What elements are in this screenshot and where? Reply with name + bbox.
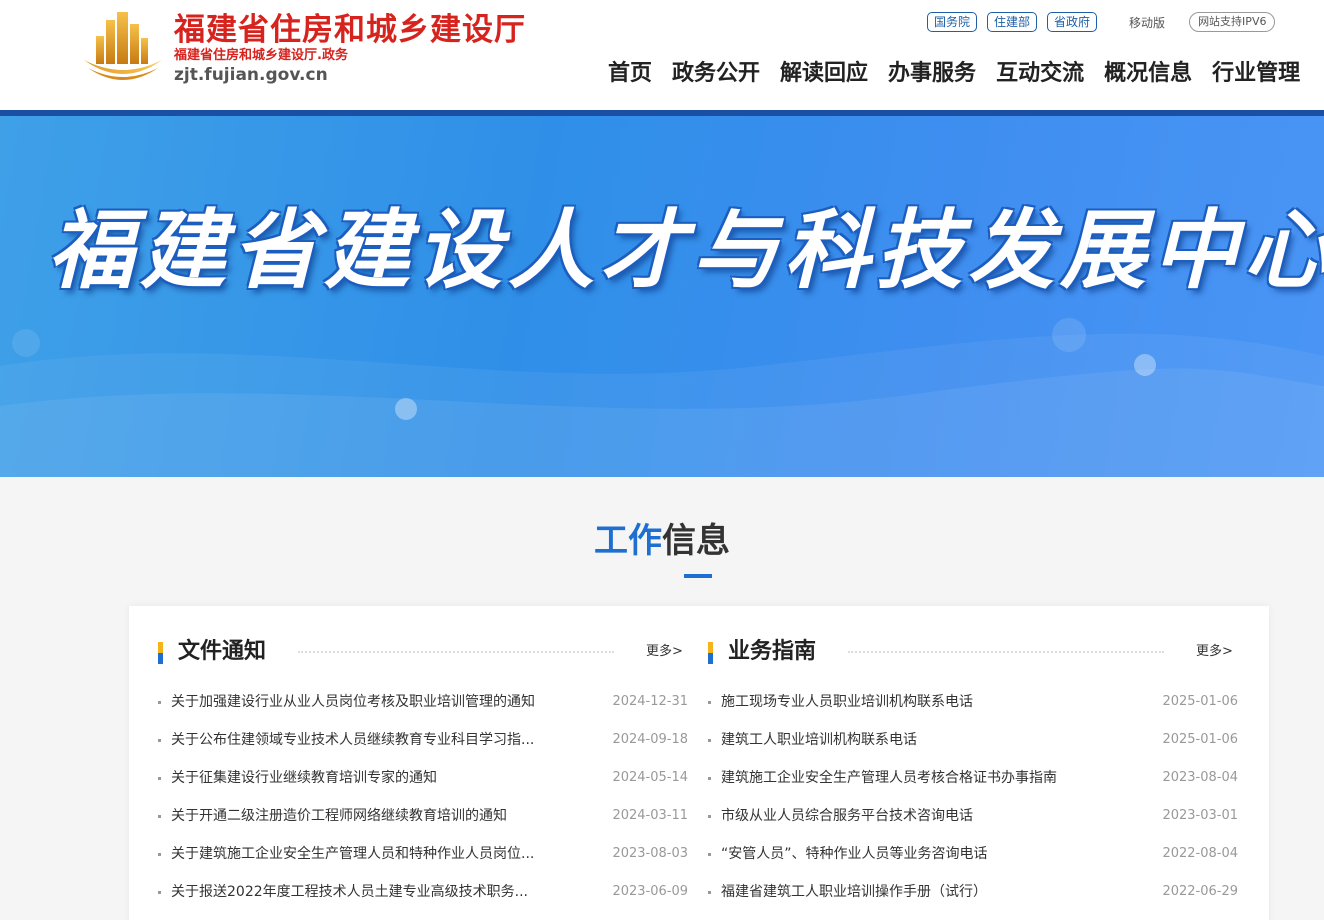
column-notices: 文件通知 更多> 关于加强建设行业从业人员岗位考核及职业培训管理的通知 2024-… <box>158 606 688 920</box>
column-header: 文件通知 更多> <box>158 636 688 668</box>
item-date: 2023-06-09 <box>612 884 688 899</box>
section-title-underline <box>684 574 712 578</box>
section-title: 工作信息 <box>0 518 1324 564</box>
item-date: 2023-08-04 <box>1162 770 1238 785</box>
banner-title: 福建省建设人才与科技发展中心 <box>48 201 1324 301</box>
list-item[interactable]: 关于加强建设行业从业人员岗位考核及职业培训管理的通知 2024-12-31 <box>158 684 688 722</box>
ipv6-badge: 网站支持IPV6 <box>1189 12 1276 32</box>
column-marker <box>708 642 713 664</box>
item-title[interactable]: “安管人员”、特种作业人员等业务咨询电话 <box>721 836 1121 872</box>
nav-home[interactable]: 首页 <box>608 58 652 90</box>
item-title[interactable]: 建筑施工企业安全生产管理人员考核合格证书办事指南 <box>721 760 1121 796</box>
more-link-notices[interactable]: 更多> <box>646 643 683 661</box>
nav-interaction[interactable]: 互动交流 <box>996 58 1084 90</box>
list-item[interactable]: 关于建筑施工企业安全生产管理人员和特种作业人员岗位... 2023-08-03 <box>158 836 688 874</box>
item-title[interactable]: 关于报送2022年度工程技术人员土建专业高级技术职务... <box>171 874 571 910</box>
item-date: 2022-06-29 <box>1162 884 1238 899</box>
top-link-shengzhengfu[interactable]: 省政府 <box>1047 12 1098 32</box>
hero-banner: 福建省建设人才与科技发展中心 <box>0 116 1324 477</box>
column-divider <box>298 651 614 654</box>
nav-services[interactable]: 办事服务 <box>888 58 976 90</box>
item-date: 2024-05-14 <box>612 770 688 785</box>
list-item[interactable]: 关于开通二级注册造价工程师网络继续教育培训的通知 2024-03-11 <box>158 798 688 836</box>
guide-list: 施工现场专业人员职业培训机构联系电话 2025-01-06 建筑工人职业培训机构联… <box>708 684 1238 912</box>
main-nav: 首页 政务公开 解读回应 办事服务 互动交流 概况信息 行业管理 <box>608 58 1300 90</box>
list-item[interactable]: 关于征集建设行业继续教育培训专家的通知 2024-05-14 <box>158 760 688 798</box>
column-title: 文件通知 <box>178 639 267 664</box>
item-date: 2024-09-18 <box>612 732 688 747</box>
top-link-zhujianbu[interactable]: 住建部 <box>987 12 1038 32</box>
site-title: 福建省住房和城乡建设厅 <box>174 12 526 48</box>
site-domain: zjt.fujian.gov.cn <box>174 65 328 85</box>
section-title-blue: 工作 <box>594 521 662 561</box>
item-date: 2025-01-06 <box>1162 732 1238 747</box>
list-item[interactable]: “安管人员”、特种作业人员等业务咨询电话 2022-08-04 <box>708 836 1238 874</box>
column-divider <box>848 651 1164 654</box>
item-title[interactable]: 关于征集建设行业继续教育培训专家的通知 <box>171 760 571 796</box>
column-guides: 业务指南 更多> 施工现场专业人员职业培训机构联系电话 2025-01-06 建筑… <box>708 606 1238 920</box>
notice-list: 关于加强建设行业从业人员岗位考核及职业培训管理的通知 2024-12-31 关于公… <box>158 684 688 912</box>
column-marker <box>158 642 163 664</box>
column-title: 业务指南 <box>728 639 817 664</box>
item-title[interactable]: 福建省建筑工人职业培训操作手册（试行） <box>721 874 1121 910</box>
item-date: 2023-03-01 <box>1162 808 1238 823</box>
list-item[interactable]: 福建省建筑工人职业培训操作手册（试行） 2022-06-29 <box>708 874 1238 912</box>
list-item[interactable]: 市级从业人员综合服务平台技术咨询电话 2023-03-01 <box>708 798 1238 836</box>
site-header: 福建省住房和城乡建设厅 福建省住房和城乡建设厅.政务 zjt.fujian.go… <box>0 0 1324 110</box>
item-date: 2024-12-31 <box>612 694 688 709</box>
item-date: 2024-03-11 <box>612 808 688 823</box>
work-info-card: 文件通知 更多> 关于加强建设行业从业人员岗位考核及职业培训管理的通知 2024-… <box>129 606 1269 920</box>
list-item[interactable]: 建筑施工企业安全生产管理人员考核合格证书办事指南 2023-08-04 <box>708 760 1238 798</box>
building-emblem-icon <box>84 12 162 80</box>
nav-interpretation[interactable]: 解读回应 <box>780 58 868 90</box>
site-logo[interactable]: 福建省住房和城乡建设厅 福建省住房和城乡建设厅.政务 zjt.fujian.go… <box>80 8 560 88</box>
more-link-guides[interactable]: 更多> <box>1196 643 1233 661</box>
item-date: 2023-08-03 <box>612 846 688 861</box>
column-header: 业务指南 更多> <box>708 636 1238 668</box>
nav-industry-management[interactable]: 行业管理 <box>1212 58 1300 90</box>
nav-government-affairs[interactable]: 政务公开 <box>672 58 760 90</box>
mobile-version-link[interactable]: 移动版 <box>1129 14 1165 31</box>
top-link-guowuyuan[interactable]: 国务院 <box>927 12 978 32</box>
item-title[interactable]: 市级从业人员综合服务平台技术咨询电话 <box>721 798 1121 834</box>
item-title[interactable]: 关于建筑施工企业安全生产管理人员和特种作业人员岗位... <box>171 836 571 872</box>
nav-overview[interactable]: 概况信息 <box>1104 58 1192 90</box>
item-date: 2025-01-06 <box>1162 694 1238 709</box>
item-title[interactable]: 关于开通二级注册造价工程师网络继续教育培训的通知 <box>171 798 571 834</box>
section-title-dark: 信息 <box>662 521 730 561</box>
list-item[interactable]: 施工现场专业人员职业培训机构联系电话 2025-01-06 <box>708 684 1238 722</box>
item-title[interactable]: 施工现场专业人员职业培训机构联系电话 <box>721 684 1121 720</box>
item-title[interactable]: 建筑工人职业培训机构联系电话 <box>721 722 1121 758</box>
list-item[interactable]: 建筑工人职业培训机构联系电话 2025-01-06 <box>708 722 1238 760</box>
item-date: 2022-08-04 <box>1162 846 1238 861</box>
item-title[interactable]: 关于加强建设行业从业人员岗位考核及职业培训管理的通知 <box>171 684 571 720</box>
list-item[interactable]: 关于公布住建领域专业技术人员继续教育专业科目学习指... 2024-09-18 <box>158 722 688 760</box>
list-item[interactable]: 关于报送2022年度工程技术人员土建专业高级技术职务... 2023-06-09 <box>158 874 688 912</box>
site-subtitle: 福建省住房和城乡建设厅.政务 <box>174 48 348 63</box>
item-title[interactable]: 关于公布住建领域专业技术人员继续教育专业科目学习指... <box>171 722 571 758</box>
top-links: 国务院 住建部 省政府 移动版 网站支持IPV6 <box>927 11 1276 33</box>
